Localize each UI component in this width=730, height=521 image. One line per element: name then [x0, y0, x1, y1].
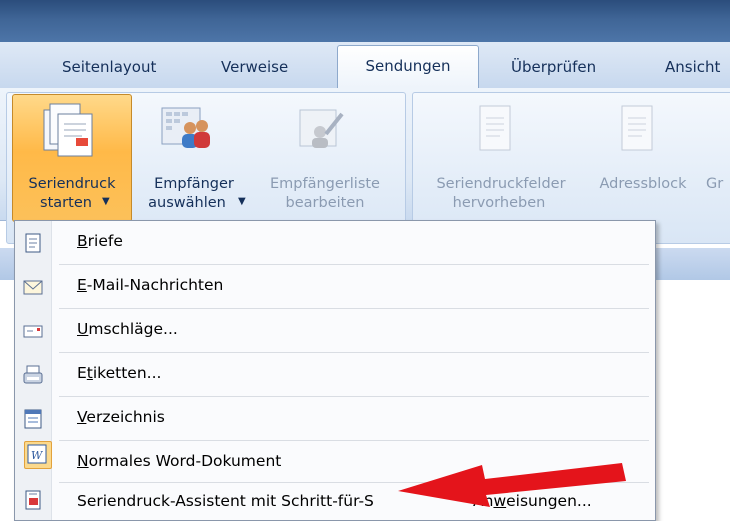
label-icon: [23, 365, 43, 384]
title-bar: [0, 0, 730, 42]
menu-item-label: E-Mail-Nachrichten: [77, 276, 224, 294]
highlight-fields-icon: [479, 105, 511, 151]
ribbon-tab-strip: Seitenlayout Verweise Sendungen Überprüf…: [0, 42, 730, 89]
menu-item-label: Briefe: [77, 232, 123, 250]
directory-icon: [24, 409, 42, 429]
menu-item-envelopes[interactable]: Umschläge...: [15, 311, 655, 351]
greeting-line-label: Gr: [706, 176, 724, 192]
tab-sendungen[interactable]: Sendungen: [337, 45, 479, 88]
menu-item-label: Umschläge...: [77, 320, 178, 338]
highlight-fields-label-2: hervorheben: [452, 195, 546, 211]
menu-item-email-messages[interactable]: E-Mail-Nachrichten: [15, 267, 655, 307]
menu-item-directory[interactable]: Verzeichnis: [15, 399, 655, 439]
tab-verweise[interactable]: Verweise: [221, 58, 288, 76]
email-icon: [23, 280, 43, 295]
address-block-label: Adressblock: [599, 176, 687, 192]
tab-ansicht[interactable]: Ansicht: [665, 58, 720, 76]
red-arrow-annotation: [398, 463, 626, 507]
menu-item-label: Etiketten...: [77, 364, 162, 382]
menu-item-letters[interactable]: Briefe: [15, 223, 655, 263]
documents-icon: [43, 103, 93, 157]
edit-list-label-2: bearbeiten: [285, 195, 365, 211]
word-document-icon: W: [27, 444, 47, 464]
wizard-icon: [25, 490, 41, 510]
start-mail-merge-label-1: Seriendruck: [28, 176, 116, 192]
select-recipients-label-2[interactable]: auswählen: [135, 194, 239, 213]
envelope-icon: [23, 325, 43, 338]
menu-item-label: Normales Word-Dokument: [77, 452, 282, 470]
menu-item-label: Seriendruck-Assistent mit Schritt-für-S: [77, 492, 374, 510]
svg-text:W: W: [31, 449, 44, 462]
edit-recipient-list-icon: [299, 109, 344, 148]
menu-item-labels[interactable]: Etiketten...: [15, 355, 655, 395]
edit-list-label-1: Empfängerliste: [270, 176, 380, 192]
dropdown-arrow-icon: ▼: [102, 196, 110, 207]
start-mail-merge-label-2: starten: [40, 195, 92, 211]
highlight-fields-label-1: Seriendruckfelder: [436, 176, 566, 192]
recipients-icon[interactable]: [160, 104, 212, 152]
tab-seitenlayout[interactable]: Seitenlayout: [62, 58, 156, 76]
address-block-icon: [621, 105, 653, 151]
menu-item-label: Verzeichnis: [77, 408, 165, 426]
letter-icon: [25, 233, 41, 253]
select-recipients-label-1[interactable]: Empfänger: [144, 175, 244, 194]
tab-ueberpruefen[interactable]: Überprüfen: [511, 58, 596, 76]
dropdown-arrow-icon: ▼: [238, 196, 246, 207]
